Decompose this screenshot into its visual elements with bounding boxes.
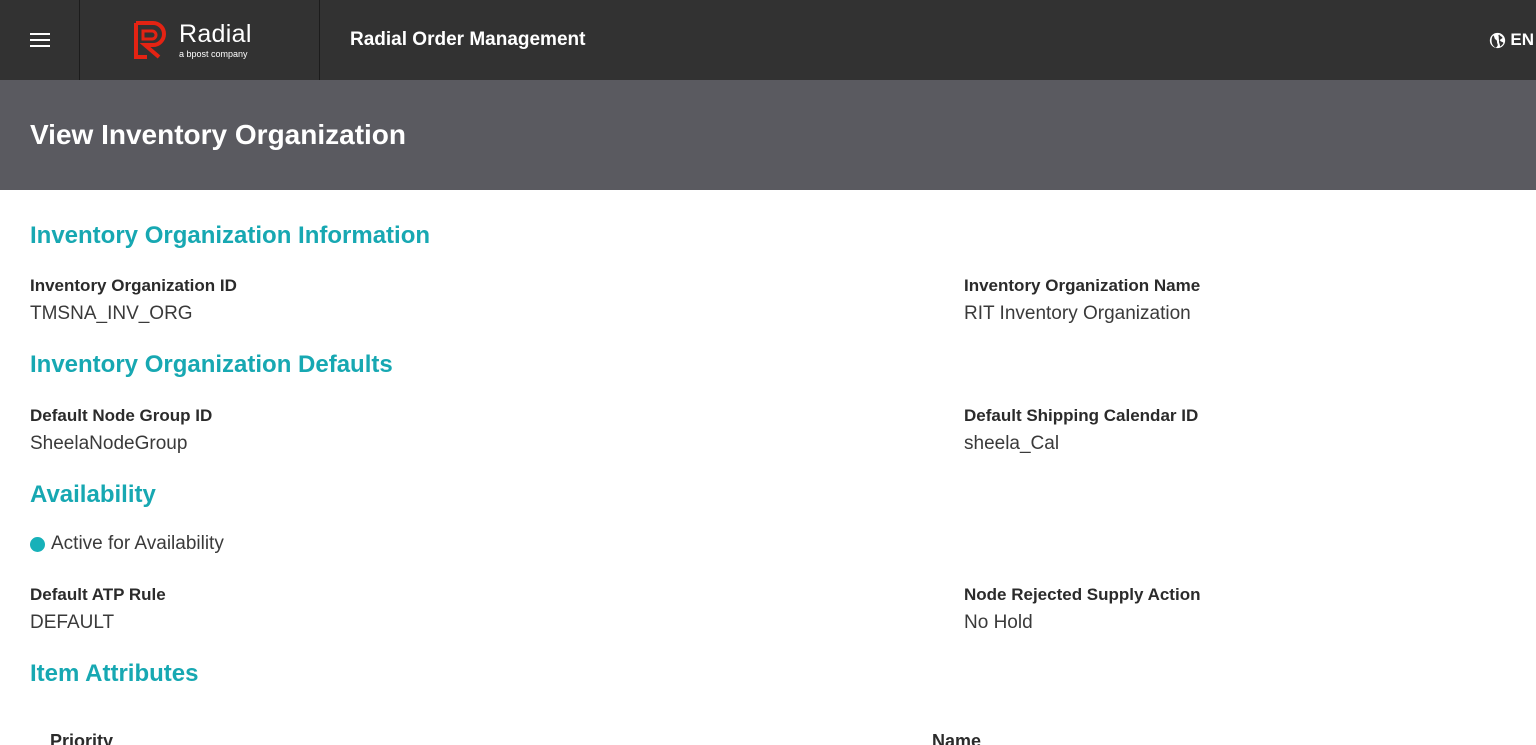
default-node-group-value: SheelaNodeGroup — [30, 433, 188, 454]
section-title-information: Inventory Organization Information — [30, 222, 431, 249]
page-header: View Inventory Organization — [0, 80, 1536, 190]
globe-icon — [1490, 32, 1506, 48]
top-bar: Radial a bpost company Radial Order Mana… — [0, 0, 1536, 80]
status-dot-icon — [30, 536, 45, 552]
node-rejected-supply-action-label: Node Rejected Supply Action — [964, 585, 1201, 604]
logo[interactable]: Radial a bpost company — [80, 0, 320, 80]
default-atp-rule-value: DEFAULT — [30, 612, 115, 633]
radial-logo-icon — [134, 21, 166, 59]
section-title-item-attributes: Item Attributes — [30, 660, 199, 687]
section-title-availability: Availability — [30, 481, 156, 508]
inventory-org-name-label: Inventory Organization Name — [964, 276, 1201, 295]
page-title: View Inventory Organization — [30, 119, 407, 150]
hamburger-icon — [29, 33, 50, 47]
availability-status: Active for Availability — [30, 533, 224, 555]
inventory-org-id-label: Inventory Organization ID — [30, 276, 237, 295]
inventory-org-name-value: RIT Inventory Organization — [964, 303, 1191, 324]
language-selector[interactable]: EN — [1489, 0, 1536, 80]
language-label: EN — [1510, 30, 1534, 49]
column-header-priority[interactable]: Priority — [50, 730, 113, 745]
default-atp-rule-label: Default ATP Rule — [30, 585, 166, 604]
inventory-org-id-value: TMSNA_INV_ORG — [30, 303, 193, 324]
default-shipping-calendar-label: Default Shipping Calendar ID — [964, 406, 1199, 425]
default-shipping-calendar-value: sheela_Cal — [964, 433, 1060, 454]
hamburger-menu-button[interactable] — [0, 0, 80, 80]
logo-tagline: a bpost company — [179, 49, 248, 59]
logo-name: Radial — [179, 20, 252, 48]
default-node-group-label: Default Node Group ID — [30, 406, 213, 425]
section-title-defaults: Inventory Organization Defaults — [30, 351, 393, 378]
column-header-name[interactable]: Name — [932, 730, 981, 745]
node-rejected-supply-action-value: No Hold — [964, 612, 1033, 633]
app-title: Radial Order Management — [350, 29, 586, 50]
availability-status-text: Active for Availability — [51, 533, 224, 554]
